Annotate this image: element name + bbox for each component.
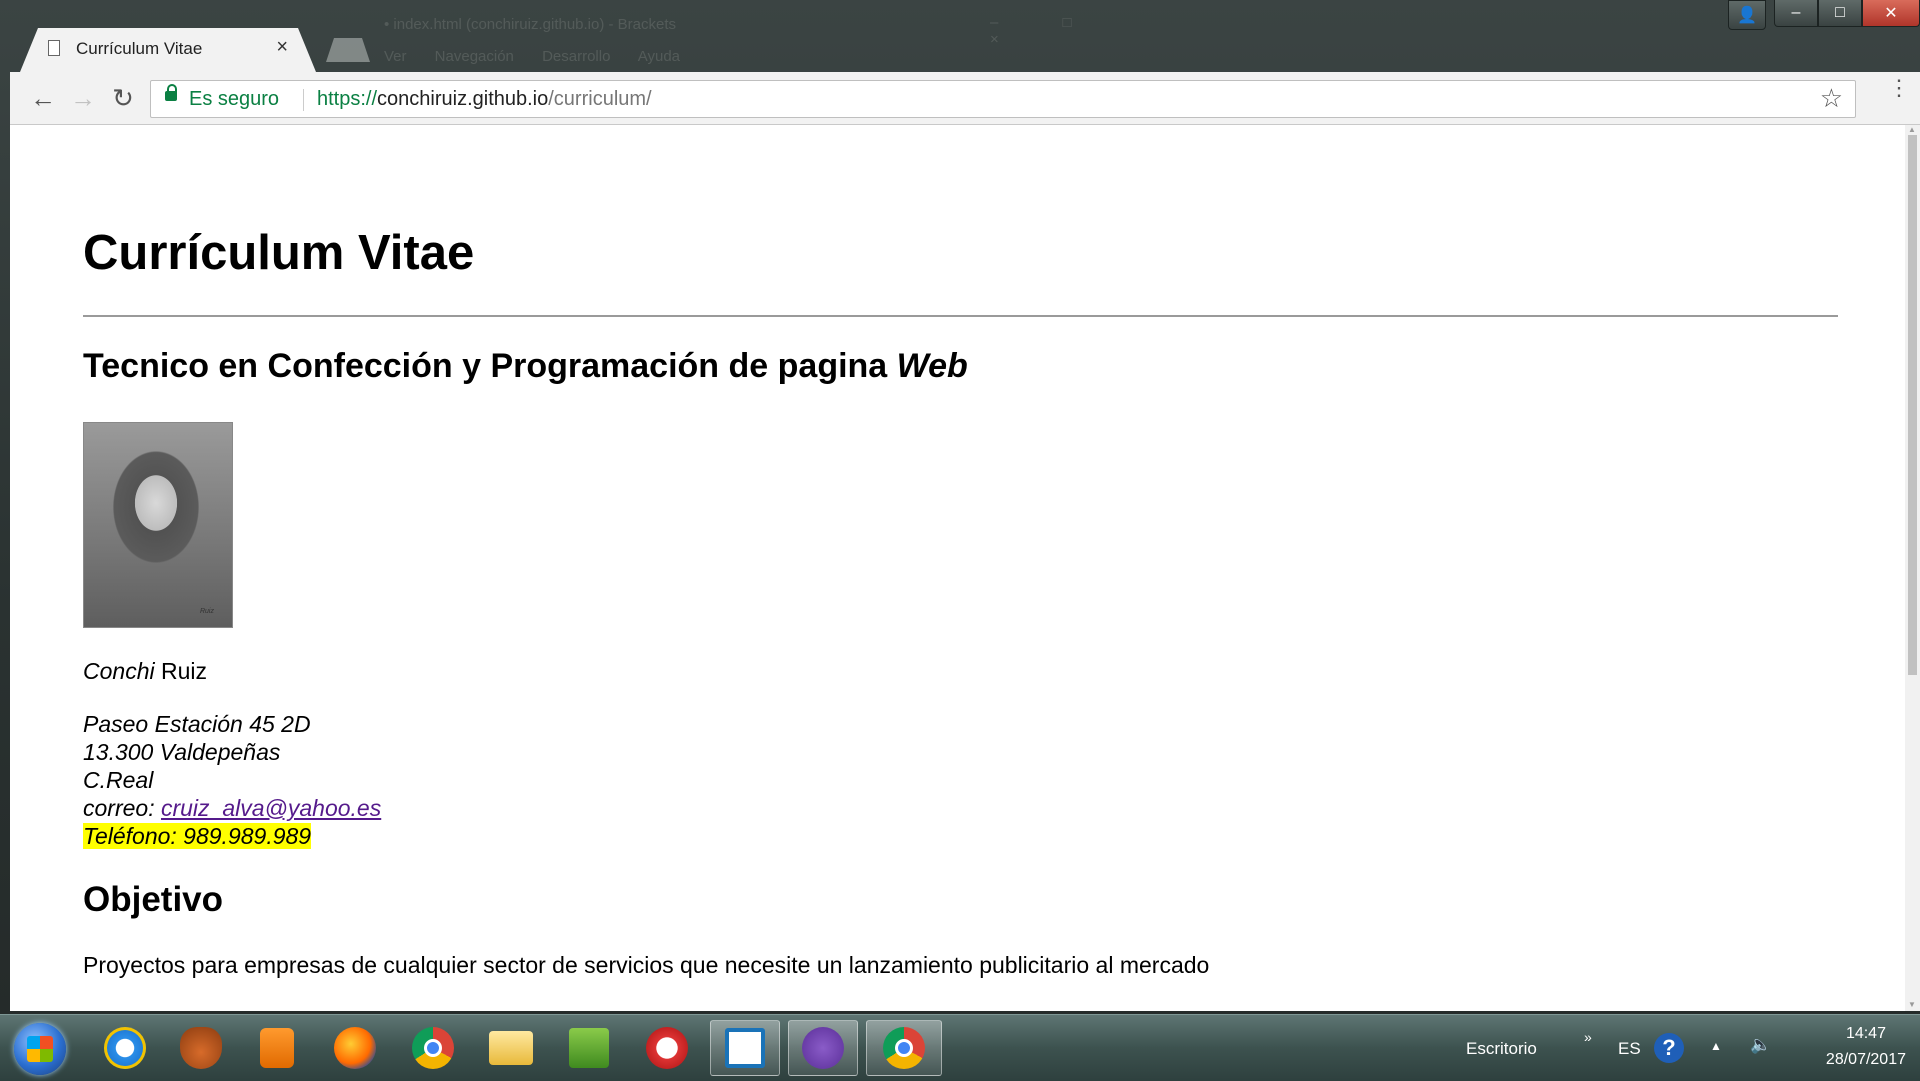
lock-icon [165, 84, 177, 101]
gimp-icon[interactable] [166, 1020, 236, 1076]
snipping-tool-logo [646, 1027, 688, 1069]
vertical-scrollbar[interactable]: ▲ ▼ [1905, 125, 1920, 1011]
close-window-button[interactable]: ✕ [1862, 0, 1920, 27]
chrome-active-icon[interactable] [866, 1020, 942, 1076]
profile-icon[interactable]: 👤 [1728, 0, 1766, 30]
url-scheme: https:// [317, 88, 378, 110]
background-window-menu: Ver Navegación Desarrollo Ayuda [384, 48, 681, 65]
chrome-logo [412, 1027, 454, 1069]
system-clock[interactable]: 14:47 28/07/2017 [1826, 1021, 1906, 1073]
window-controls: 👤 – □ ✕ [1728, 0, 1920, 30]
github-logo [802, 1027, 844, 1069]
tray-arrow-icon[interactable]: ▲ [1710, 1039, 1722, 1053]
scroll-down-icon[interactable]: ▼ [1908, 1000, 1916, 1009]
media-player-logo [260, 1028, 294, 1068]
email-label: correo: [83, 795, 161, 821]
desktop-toolbar-label[interactable]: Escritorio [1466, 1039, 1537, 1059]
volume-icon[interactable]: 🔈 [1750, 1035, 1771, 1055]
github-desktop-icon[interactable] [788, 1020, 858, 1076]
secure-label[interactable]: Es seguro [189, 88, 279, 111]
scrollbar-thumb[interactable] [1908, 135, 1917, 675]
media-player-icon[interactable] [242, 1020, 312, 1076]
internet-explorer-logo [104, 1027, 146, 1069]
address-separator [303, 89, 304, 111]
background-brackets-window: • index.html (conchiruiz.github.io) - Br… [370, 8, 1110, 68]
tab-title: Currículum Vitae [76, 39, 203, 58]
background-window-title: • index.html (conchiruiz.github.io) - Br… [384, 16, 677, 33]
minimize-button[interactable]: – [1774, 0, 1818, 27]
url-text[interactable]: https://conchiruiz.github.io/curriculum/ [317, 88, 652, 111]
clock-date: 28/07/2017 [1825, 1051, 1906, 1068]
page-subtitle: Tecnico en Confección y Programación de … [83, 347, 968, 386]
chrome-icon[interactable] [398, 1020, 468, 1076]
bookmark-star-icon[interactable]: ☆ [1820, 83, 1843, 114]
firefox-icon[interactable] [320, 1020, 390, 1076]
objective-heading: Objetivo [83, 880, 224, 919]
green-app-logo [569, 1028, 609, 1068]
green-app-icon[interactable] [554, 1020, 624, 1076]
language-indicator[interactable]: ES [1618, 1039, 1641, 1059]
browser-toolbar: ← → ↻ Es seguro https://conchiruiz.githu… [10, 72, 1920, 125]
subtitle-emphasis: Web [896, 347, 968, 385]
address-line-3: C.Real [83, 767, 154, 793]
file-explorer-icon[interactable] [476, 1020, 546, 1076]
internet-explorer-icon[interactable] [90, 1020, 160, 1076]
clock-time: 14:47 [1845, 1025, 1886, 1042]
page-title: Currículum Vitae [83, 226, 475, 280]
forward-button[interactable]: → [66, 82, 100, 114]
toolbar-overflow-icon[interactable]: » [1584, 1029, 1592, 1045]
address-line-2: 13.300 Valdepeñas [83, 739, 281, 765]
last-name: Ruiz [154, 658, 208, 684]
folder-logo [489, 1031, 533, 1065]
email-link[interactable]: cruiz_alva@yahoo.es [161, 795, 381, 821]
back-button[interactable]: ← [26, 82, 60, 114]
address-line-1: Paseo Estación 45 2D [83, 711, 311, 737]
portrait-signature: Ruiz [199, 608, 214, 615]
help-icon[interactable]: ? [1654, 1033, 1684, 1063]
scroll-up-icon[interactable]: ▲ [1908, 125, 1916, 134]
url-host: conchiruiz.github.io [377, 88, 549, 110]
contact-address: Paseo Estación 45 2D 13.300 Valdepeñas C… [83, 710, 381, 850]
first-name: Conchi [83, 658, 155, 684]
new-tab-button[interactable] [326, 38, 370, 62]
maximize-button[interactable]: □ [1818, 0, 1862, 27]
portrait-image: Ruiz [83, 422, 233, 628]
snipping-tool-icon[interactable] [632, 1020, 702, 1076]
address-bar[interactable]: Es seguro https://conchiruiz.github.io/c… [150, 80, 1856, 118]
title-divider [83, 315, 1838, 317]
objective-text: Proyectos para empresas de cualquier sec… [83, 952, 1210, 978]
page-viewport: Currículum Vitae Tecnico en Confección y… [10, 125, 1905, 1011]
background-window-controls: – □ × [990, 14, 1102, 48]
start-button[interactable] [14, 1023, 66, 1075]
browser-menu-icon[interactable]: ⋮ [1888, 77, 1910, 99]
gimp-logo [180, 1027, 222, 1069]
taskbar: Escritorio » ES ? ▲ 🔈 14:47 28/07/2017 [0, 1014, 1920, 1081]
brackets-logo [725, 1028, 765, 1068]
chrome-active-logo [883, 1027, 925, 1069]
firefox-logo [334, 1027, 376, 1069]
subtitle-text: Tecnico en Confección y Programación de … [83, 347, 897, 385]
tab-close-icon[interactable]: × [276, 36, 288, 59]
document-icon [48, 40, 60, 56]
tab-curriculum[interactable]: Currículum Vitae × [20, 28, 316, 72]
url-path: /curriculum/ [548, 88, 652, 110]
phone-number: Teléfono: 989.989.989 [83, 823, 312, 849]
brackets-icon[interactable] [710, 1020, 780, 1076]
person-name: Conchi Ruiz [83, 658, 207, 685]
reload-button[interactable]: ↻ [106, 82, 140, 114]
